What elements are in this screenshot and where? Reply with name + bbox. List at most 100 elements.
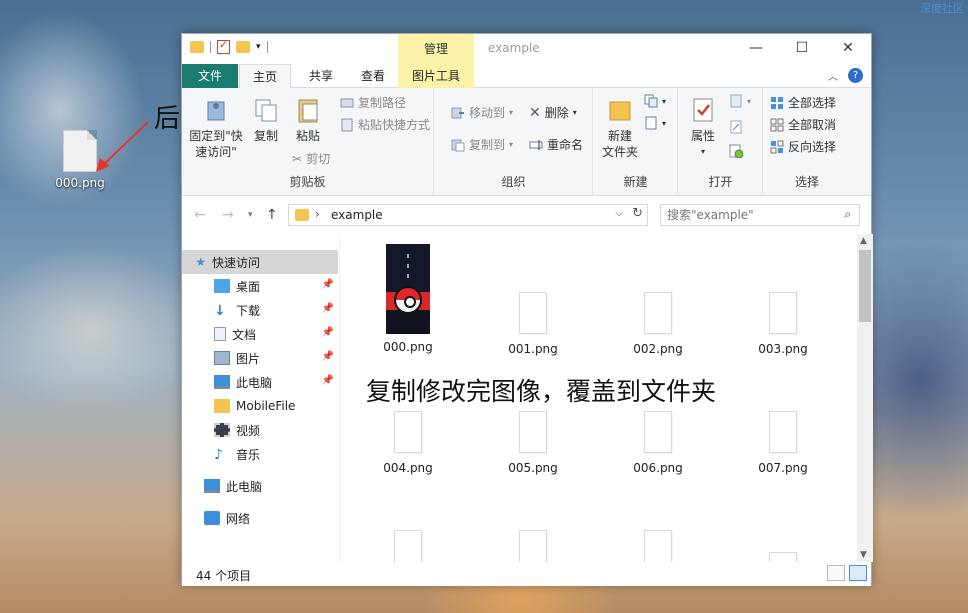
paste-shortcut-icon	[341, 118, 353, 131]
search-input[interactable]	[667, 207, 827, 223]
file-item[interactable]: 003.png	[733, 292, 833, 356]
address-bar-row: ← → ▾ ↑ › example ⌵ ↻ ⌕	[182, 199, 871, 231]
nav-desktop[interactable]: 桌面 📌	[182, 274, 338, 298]
rename-button[interactable]: 重命名	[529, 136, 583, 153]
paste-button[interactable]: 粘贴	[288, 96, 328, 144]
properties-icon[interactable]	[217, 38, 230, 54]
collapse-ribbon-icon[interactable]: ︿	[828, 68, 838, 83]
new-folder-icon[interactable]	[236, 41, 250, 53]
tab-picture-tools[interactable]: 图片工具	[398, 64, 474, 88]
minimize-button[interactable]: —	[733, 34, 779, 64]
easy-access-button[interactable]: ▾	[644, 116, 666, 130]
annotation-copy-overwrite: 复制修改完图像，覆盖到文件夹	[366, 377, 717, 406]
recent-locations-icon[interactable]: ▾	[248, 210, 253, 220]
edit-button[interactable]	[729, 120, 743, 134]
delete-button[interactable]: ✕ 删除 ▾	[529, 104, 577, 121]
file-item[interactable]	[733, 552, 833, 562]
file-item[interactable]: 001.png	[483, 292, 583, 356]
new-folder-button[interactable]: 新建 文件夹	[598, 96, 642, 160]
nav-documents[interactable]: 文档 📌	[182, 322, 338, 346]
tab-file[interactable]: 文件	[182, 64, 238, 88]
copy-icon	[255, 99, 277, 122]
copy-to-button[interactable]: 复制到 ▾	[451, 136, 513, 153]
tab-share[interactable]: 共享	[295, 64, 347, 88]
properties-label: 属性	[690, 129, 715, 143]
new-group: 新建 文件夹 ▾ ▾ 新建	[594, 88, 678, 196]
file-item[interactable]	[608, 530, 708, 562]
address-dropdown-icon[interactable]: ⌵	[615, 208, 623, 219]
file-name: 003.png	[758, 342, 808, 356]
forward-arrow-icon[interactable]: →	[222, 207, 234, 223]
close-button[interactable]: ✕	[825, 34, 871, 64]
scroll-down-icon[interactable]: ▼	[860, 550, 867, 560]
vertical-scrollbar[interactable]: ▲ ▼	[857, 234, 873, 562]
copy-path-button[interactable]: 复制路径	[340, 94, 406, 111]
breadcrumb-example[interactable]: example	[331, 208, 383, 222]
large-icons-view-icon[interactable]	[849, 565, 867, 581]
ribbon: 固定到"快 速访问" 复制 粘贴 复制路径 粘贴快捷方式 ✂ 剪切 剪贴板 移动…	[182, 88, 871, 196]
cut-label: 剪切	[306, 152, 331, 166]
easy-access-icon	[645, 116, 657, 130]
context-tab-manage[interactable]: 管理	[398, 34, 474, 64]
organize-group-label: 组织	[501, 175, 526, 189]
window-controls: — ☐ ✕	[733, 34, 871, 64]
file-item[interactable]	[358, 530, 458, 562]
nav-downloads[interactable]: ↓ 下载 📌	[182, 298, 338, 322]
nav-this-pc[interactable]: 此电脑	[182, 474, 338, 498]
copy-button[interactable]: 复制	[246, 96, 286, 144]
blank-file-icon	[644, 292, 672, 334]
file-item[interactable]: 004.png	[358, 411, 458, 475]
properties-button[interactable]: 属性 ▾	[683, 96, 723, 160]
dropdown-icon: ▾	[572, 108, 577, 117]
select-none-label: 全部取消	[788, 118, 837, 132]
nav-videos[interactable]: 视频	[182, 418, 338, 442]
details-view-icon[interactable]	[827, 565, 845, 581]
open-button[interactable]: ▾	[729, 94, 751, 108]
ribbon-extra-controls: ︿ ?	[828, 68, 863, 83]
address-field[interactable]: › example ⌵ ↻	[288, 204, 648, 226]
file-item[interactable]: 002.png	[608, 292, 708, 356]
history-button[interactable]	[729, 144, 743, 158]
select-none-button[interactable]: 全部取消	[770, 116, 836, 133]
search-icon[interactable]: ⌕	[844, 207, 851, 222]
back-arrow-icon[interactable]: ←	[194, 207, 206, 223]
pin-icon	[207, 101, 225, 121]
invert-selection-button[interactable]: 反向选择	[770, 138, 836, 155]
search-box[interactable]: ⌕	[660, 204, 860, 226]
file-item[interactable]: 000.png	[358, 244, 458, 354]
paste-label: 粘贴	[295, 129, 320, 143]
move-to-button[interactable]: 移动到 ▾	[451, 104, 513, 121]
quick-access-toolbar: ▾	[190, 38, 268, 54]
help-icon[interactable]: ?	[848, 68, 863, 83]
nav-pictures[interactable]: 图片 📌	[182, 346, 338, 370]
nav-network[interactable]: 网络	[182, 506, 338, 530]
rename-icon	[529, 139, 543, 150]
nav-mobilefile[interactable]: MobileFile	[182, 394, 338, 418]
breadcrumb-chevron-icon[interactable]: ›	[315, 207, 320, 221]
pin-quick-access-button[interactable]: 固定到"快 速访问"	[188, 96, 244, 160]
tab-home[interactable]: 主页	[239, 64, 291, 89]
file-item[interactable]: 007.png	[733, 411, 833, 475]
file-item[interactable]	[483, 530, 583, 562]
cut-button[interactable]: ✂ 剪切	[292, 150, 330, 167]
new-item-button[interactable]: ▾	[644, 94, 666, 108]
nav-this-pc-pinned[interactable]: 此电脑 📌	[182, 370, 338, 394]
nav-music[interactable]: ♪ 音乐	[182, 442, 338, 466]
customize-toolbar-icon[interactable]: ▾	[256, 42, 261, 52]
maximize-button[interactable]: ☐	[779, 34, 825, 64]
paste-shortcut-button[interactable]: 粘贴快捷方式	[340, 116, 430, 133]
scroll-thumb[interactable]	[859, 250, 871, 322]
file-item[interactable]: 005.png	[483, 411, 583, 475]
up-arrow-icon[interactable]: ↑	[266, 207, 278, 223]
select-all-button[interactable]: 全部选择	[770, 94, 836, 111]
file-name: 005.png	[508, 461, 558, 475]
refresh-icon[interactable]: ↻	[632, 206, 643, 221]
nav-quick-access[interactable]: ★ 快速访问	[182, 250, 338, 274]
clipboard-group: 固定到"快 速访问" 复制 粘贴 复制路径 粘贴快捷方式 ✂ 剪切 剪贴板	[182, 88, 434, 196]
tab-view[interactable]: 查看	[347, 64, 399, 88]
scissors-icon: ✂	[292, 151, 303, 166]
folder-icon[interactable]	[190, 41, 204, 53]
open-group: 属性 ▾ ▾ 打开	[679, 88, 763, 196]
scroll-up-icon[interactable]: ▲	[860, 236, 867, 246]
file-item[interactable]: 006.png	[608, 411, 708, 475]
